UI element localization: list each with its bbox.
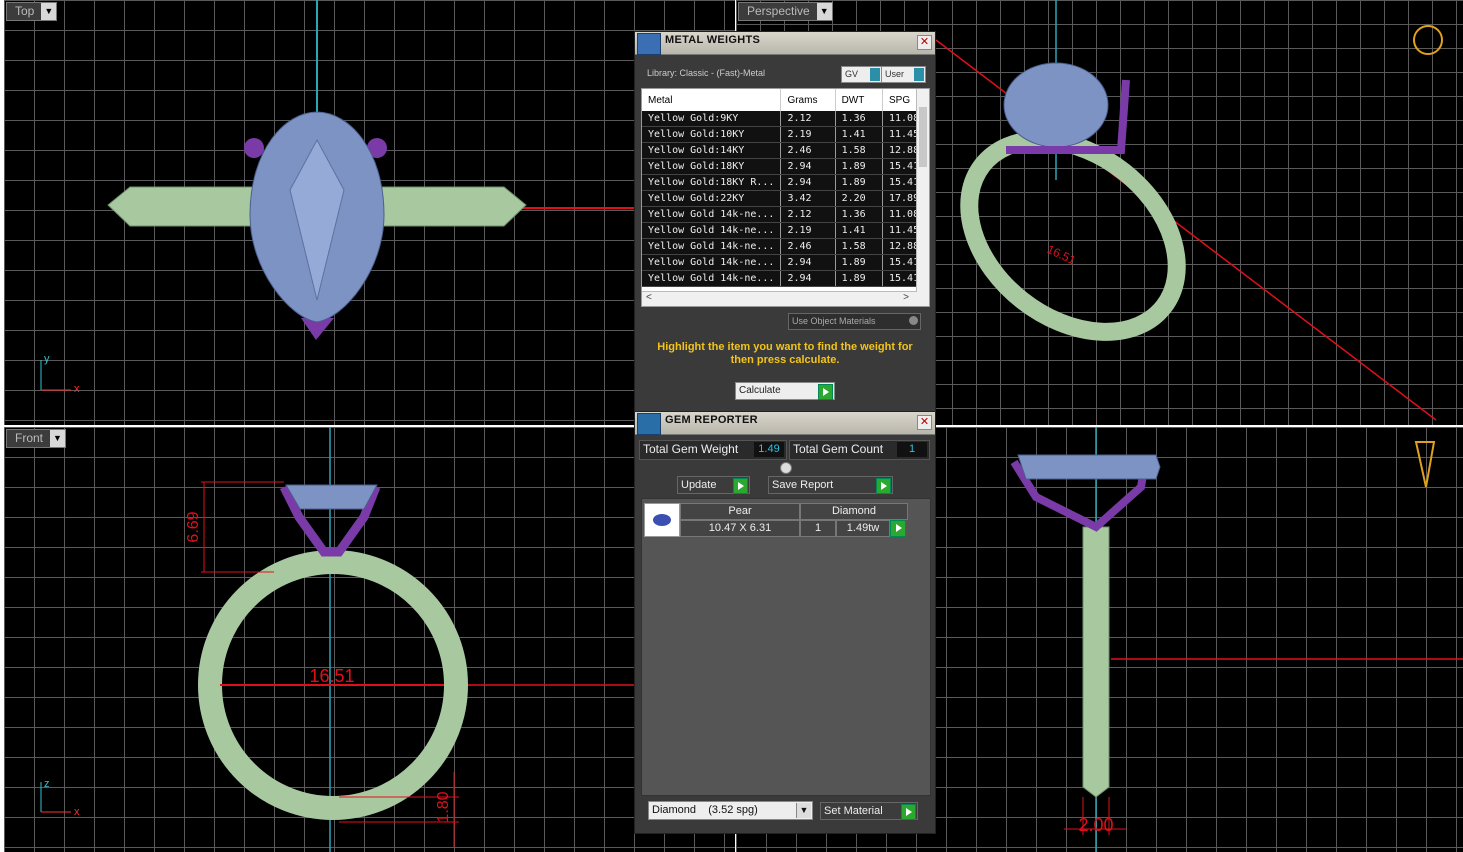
chevron-down-icon[interactable]: ▼ xyxy=(796,803,811,818)
table-row[interactable]: Yellow Gold 14k-ne... 2.46 1.58 12.88 xyxy=(642,238,929,255)
update-button[interactable]: Update xyxy=(677,476,750,494)
close-icon[interactable]: ✕ xyxy=(917,35,932,50)
gem-list[interactable]: Pear Diamond 10.47 X 6.31 1 1.49tw xyxy=(641,498,931,796)
table-row[interactable]: Yellow Gold 14k-ne... 2.94 1.89 15.41 xyxy=(642,270,929,287)
pear-gem-shape xyxy=(285,484,378,510)
total-gem-count-group: Total Gem Count 1 xyxy=(789,440,930,460)
top-view-scene: y x xyxy=(40,0,735,395)
user-toggle[interactable]: User xyxy=(881,66,926,83)
chevron-down-icon[interactable]: ▼ xyxy=(816,3,832,20)
prong-shape xyxy=(244,138,264,158)
vertical-scrollbar[interactable] xyxy=(916,89,929,292)
column-header[interactable]: Grams xyxy=(780,89,836,111)
front-thickness-dimension: 1.80 xyxy=(435,791,452,822)
gem-shape: Pear xyxy=(680,503,800,520)
gem-row[interactable]: Pear Diamond 10.47 X 6.31 1 1.49tw xyxy=(644,503,908,537)
table-row[interactable]: Yellow Gold:18KY R... 2.94 1.89 15.41 xyxy=(642,174,929,191)
play-icon xyxy=(876,478,891,494)
total-gem-count-value: 1 xyxy=(897,442,927,457)
metal-weights-title: METAL WEIGHTS xyxy=(665,34,761,46)
front-view-scene: 6.69 16.51 1.80 z x xyxy=(40,427,735,852)
chevron-down-icon[interactable]: ▼ xyxy=(41,3,57,20)
gem-type: Diamond xyxy=(800,503,908,520)
app-logo-icon xyxy=(637,413,661,435)
axis-x-label: x xyxy=(74,383,80,395)
play-icon xyxy=(901,804,916,820)
table-row[interactable]: Yellow Gold 14k-ne... 2.19 1.41 11.45 xyxy=(642,222,929,239)
use-object-materials-toggle[interactable]: Use Object Materials xyxy=(788,313,921,330)
gem-reporter-title: GEM REPORTER xyxy=(665,414,758,426)
ring-nav-icon xyxy=(1413,25,1443,55)
side-width-dimension: 2.00 xyxy=(1078,815,1113,835)
gem-count: 1 xyxy=(800,520,836,537)
chevron-right-icon[interactable]: > xyxy=(903,292,909,303)
table-row[interactable]: Yellow Gold:10KY 2.19 1.41 11.45 xyxy=(642,126,929,143)
perspective-dimension: 16.51 xyxy=(1045,242,1078,268)
table-row[interactable]: Yellow Gold:18KY 2.94 1.89 15.41 xyxy=(642,158,929,175)
column-header[interactable]: Metal xyxy=(642,89,782,111)
play-icon xyxy=(892,521,905,535)
gv-toggle[interactable]: GV xyxy=(841,66,882,83)
play-icon xyxy=(818,384,833,400)
metal-weights-titlebar[interactable]: METAL WEIGHTS ✕ xyxy=(635,32,935,55)
viewport-front[interactable]: Front ▼ 6.69 16.51 1.80 z x xyxy=(4,427,735,852)
axis-z-label: z xyxy=(44,778,50,790)
gem-reporter-panel: GEM REPORTER ✕ Total Gem Weight 1.49 Tot… xyxy=(634,411,936,834)
gem-weight: 1.49tw xyxy=(836,520,890,537)
gem-row-go-button[interactable] xyxy=(890,520,906,537)
band-shape xyxy=(1082,526,1110,798)
axis-x-label: x xyxy=(74,806,80,818)
splitter-handle[interactable] xyxy=(780,462,792,474)
front-height-dimension: 6.69 xyxy=(185,511,202,542)
calculate-button[interactable]: Calculate xyxy=(735,382,835,400)
gem-reporter-titlebar[interactable]: GEM REPORTER ✕ xyxy=(635,412,935,435)
total-gem-weight-label: Total Gem Weight xyxy=(643,442,739,456)
app-logo-icon xyxy=(637,33,661,55)
pear-gem-icon xyxy=(644,503,680,537)
total-gem-count-label: Total Gem Count xyxy=(793,442,884,456)
viewport-front-label[interactable]: Front ▼ xyxy=(6,429,67,448)
chevron-left-icon[interactable]: < xyxy=(646,292,652,303)
close-icon[interactable]: ✕ xyxy=(917,415,932,430)
column-header[interactable]: DWT xyxy=(835,89,884,111)
material-select[interactable]: Diamond (3.52 spg) ▼ xyxy=(648,801,813,820)
library-label: Library: Classic - (Fast)-Metal xyxy=(647,68,766,78)
total-gem-weight-group: Total Gem Weight 1.49 xyxy=(639,440,787,460)
table-row[interactable]: Yellow Gold:22KY 3.42 2.20 17.89 xyxy=(642,190,929,207)
horizontal-scrollbar[interactable]: < > xyxy=(642,291,929,306)
metal-weights-panel: METAL WEIGHTS ✕ Library: Classic - (Fast… xyxy=(634,31,936,413)
save-report-button[interactable]: Save Report xyxy=(768,476,893,494)
set-material-button[interactable]: Set Material xyxy=(820,802,918,820)
viewport-top[interactable]: Top ▼ y x xyxy=(4,0,735,425)
pear-gem-shape xyxy=(1017,454,1161,480)
pear-gem-shape xyxy=(1003,62,1109,148)
viewport-top-label[interactable]: Top ▼ xyxy=(6,2,58,21)
play-icon xyxy=(733,478,748,494)
table-row[interactable]: Yellow Gold:14KY 2.46 1.58 12.88 xyxy=(642,142,929,159)
chevron-down-icon[interactable]: ▼ xyxy=(50,430,66,447)
front-width-dimension: 16.51 xyxy=(309,666,354,686)
total-gem-weight-value: 1.49 xyxy=(754,442,784,457)
gem-nav-icon xyxy=(1414,441,1436,488)
axis-y-label: y xyxy=(44,353,50,365)
metal-weights-table[interactable]: Metal Grams DWT SPG Yellow Gold:9KY 2.12 1… xyxy=(641,88,930,307)
table-row[interactable]: Yellow Gold:9KY 2.12 1.36 11.08 xyxy=(642,111,929,127)
table-row[interactable]: Yellow Gold 14k-ne... 2.94 1.89 15.41 xyxy=(642,254,929,271)
calculate-hint: Highlight the item you want to find the … xyxy=(657,341,913,366)
table-row[interactable]: Yellow Gold 14k-ne... 2.12 1.36 11.08 xyxy=(642,206,929,223)
viewport-perspective-label[interactable]: Perspective ▼ xyxy=(738,2,833,21)
scroll-thumb[interactable] xyxy=(919,107,927,167)
gem-size: 10.47 X 6.31 xyxy=(680,520,800,537)
